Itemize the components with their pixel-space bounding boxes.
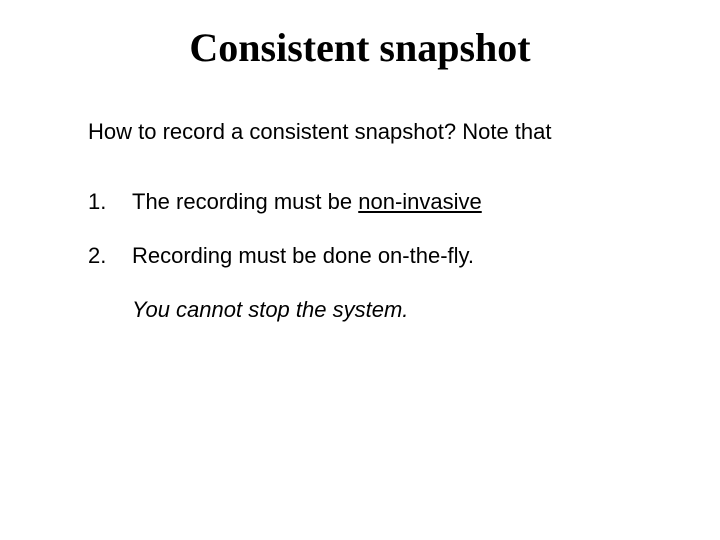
item-text-before: The recording must be bbox=[132, 189, 358, 214]
item-text-underlined: non-invasive bbox=[358, 189, 482, 214]
list-item: 1. The recording must be non-invasive bbox=[88, 189, 720, 215]
item-text: The recording must be non-invasive bbox=[132, 189, 482, 215]
slide-title: Consistent snapshot bbox=[0, 24, 720, 71]
item-text-before: Recording must be done on-the-fly. bbox=[132, 243, 474, 268]
item-number: 2. bbox=[88, 243, 132, 269]
item-text: Recording must be done on-the-fly. bbox=[132, 243, 474, 269]
closing-note: You cannot stop the system. bbox=[132, 297, 720, 323]
list-item: 2. Recording must be done on-the-fly. bbox=[88, 243, 720, 269]
slide: Consistent snapshot How to record a cons… bbox=[0, 0, 720, 540]
item-number: 1. bbox=[88, 189, 132, 215]
numbered-list: 1. The recording must be non-invasive 2.… bbox=[88, 189, 720, 323]
intro-text: How to record a consistent snapshot? Not… bbox=[88, 119, 720, 145]
